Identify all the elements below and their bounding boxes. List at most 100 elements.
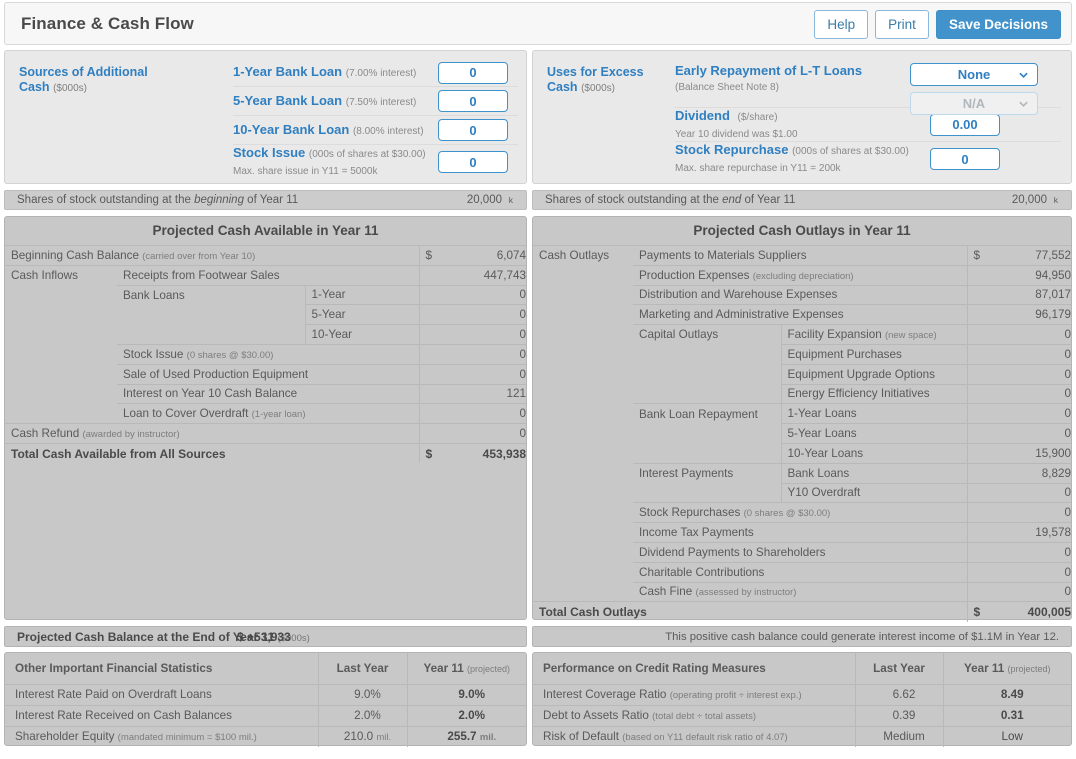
page-title: Finance & Cash Flow [21, 14, 194, 33]
table-row: Sale of Used Production Equipment 0 [5, 363, 527, 385]
page-header: Finance & Cash Flow Help Print Save Deci… [4, 2, 1072, 45]
table-row: Stock Repurchases (0 shares @ $30.00) 0 [533, 502, 1071, 523]
sources-of-additional-cash-panel: Sources of Additional Cash ($000s) 1-Yea… [4, 50, 527, 184]
cash-outlays-sublabel-7: Energy Efficiency Initiatives [780, 383, 967, 404]
cash-outlays-label-8: Bank Loan Repayment [633, 403, 781, 424]
other-stats-col-projected: Year 11 (projected) [406, 653, 526, 685]
uses-row-early-repayment: Early Repayment of L-T Loans (Balance Sh… [675, 57, 1061, 115]
cash-outlays-total-currency: $ [966, 601, 989, 622]
table-row: Cash Fine (assessed by instructor) 0 [533, 581, 1071, 602]
early-repayment-select-group: None N/A [910, 63, 1038, 115]
cash-outlays-value-11: 8,829 [989, 462, 1071, 484]
sources-label-10year: 10-Year Bank Loan [233, 121, 350, 137]
table-row: Distribution and Warehouse Expenses 87,0… [533, 284, 1071, 305]
cash-outlays-value-4: 0 [989, 324, 1071, 345]
ten-year-bank-loan-input[interactable] [438, 119, 508, 141]
cash-balance-note-bar: This positive cash balance could generat… [532, 626, 1072, 647]
cash-outlays-sublabel-6: Equipment Upgrade Options [780, 363, 967, 385]
cash-outlays-value-14: 19,578 [989, 522, 1071, 543]
cash-outlays-label-16: Charitable Contributions [633, 561, 967, 583]
uses-row-stock-repurchase: Stock Repurchase (000s of shares at $30.… [675, 142, 1061, 176]
shares-outstanding-beginning-bar: Shares of stock outstanding at the begin… [4, 190, 527, 210]
cash-outlays-label-13: Stock Repurchases (0 shares @ $30.00) [633, 502, 967, 523]
table-row: 5-Year Loans 0 [533, 423, 1071, 444]
cash-available-value-2: 0 [441, 284, 527, 305]
cash-available-total-row: Total Cash Available from All Sources $ … [5, 442, 527, 464]
sources-note-stock-issue: Max. share issue in Y11 = 5000k [233, 166, 378, 177]
cash-outlays-value-16: 0 [989, 561, 1071, 583]
table-row: Bank Loans 1-Year 0 [5, 284, 527, 305]
uses-category-line2: Cash [547, 80, 578, 94]
cash-outlays-value-12: 0 [989, 482, 1071, 503]
sources-rows: 1-Year Bank Loan (7.00% interest) 5-Year… [233, 59, 518, 179]
sources-category-label: Sources of Additional Cash ($000s) [19, 65, 149, 96]
cash-available-group-1: Cash Inflows [5, 264, 117, 286]
credit-stats-col-projected: Year 11 (projected) [942, 653, 1071, 685]
cash-outlays-label-11: Interest Payments [633, 462, 781, 484]
sources-row-5year: 5-Year Bank Loan (7.50% interest) [233, 87, 518, 116]
cash-available-table: Beginning Cash Balance (carried over fro… [5, 245, 527, 464]
cash-available-value-6: 0 [441, 363, 527, 385]
credit-stats-last-1: 0.39 [854, 704, 943, 726]
cash-available-value-8: 0 [441, 403, 527, 424]
credit-stats-col-last-year: Last Year [854, 653, 943, 685]
credit-rating-measures-panel: Performance on Credit Rating Measures La… [532, 652, 1072, 747]
table-row: Beginning Cash Balance (carried over fro… [5, 245, 527, 266]
uses-category-line1: Uses for Excess [547, 65, 644, 79]
other-stats-proj-2: 255.7 mil. [406, 725, 526, 747]
table-row: 10-Year 0 [5, 324, 527, 345]
cash-outlays-sublabel-12: Y10 Overdraft [780, 482, 967, 503]
table-row: Interest Rate Received on Cash Balances … [5, 704, 526, 726]
cash-outlays-value-1: 94,950 [989, 264, 1071, 286]
cash-outlays-total-value: 400,005 [989, 601, 1071, 622]
credit-stats-label-1: Debt to Assets Ratio (total debt ÷ total… [533, 704, 855, 726]
credit-stats-last-2: Medium [854, 725, 943, 747]
stock-issue-input[interactable] [438, 151, 508, 173]
cash-outlays-label-2: Distribution and Warehouse Expenses [633, 284, 967, 305]
sources-label-stock-issue: Stock Issue [233, 145, 306, 160]
table-row: Interest Coverage Ratio (operating profi… [533, 683, 1071, 705]
early-repayment-loan-select[interactable]: None [910, 63, 1038, 86]
sources-category-unit: ($000s) [53, 83, 87, 94]
cash-available-title: Projected Cash Available in Year 11 [152, 223, 379, 238]
print-button[interactable]: Print [875, 10, 929, 39]
sources-paren-5year: (7.50% interest) [345, 96, 417, 108]
other-stats-last-0: 9.0% [317, 683, 407, 705]
cash-outlays-total-label: Total Cash Outlays [533, 601, 967, 622]
table-row: Income Tax Payments 19,578 [533, 522, 1071, 543]
save-decisions-button[interactable]: Save Decisions [935, 10, 1061, 39]
uses-category-label: Uses for Excess Cash ($000s) [547, 65, 677, 96]
dividend-input[interactable] [930, 113, 1000, 136]
early-repayment-amount-select[interactable]: N/A [910, 92, 1038, 115]
stock-repurchase-note: Max. share repurchase in Y11 = 200k [675, 163, 841, 174]
sources-category-line1: Sources of Additional [19, 65, 148, 79]
cash-available-currency-1 [418, 264, 442, 286]
other-stats-label-0: Interest Rate Paid on Overdraft Loans [5, 683, 318, 705]
credit-stats-proj-2: Low [942, 725, 1071, 747]
sources-label-1year: 1-Year Bank Loan [233, 64, 343, 79]
dividend-paren: ($/share) [737, 111, 778, 123]
table-row: Bank Loan Repayment 1-Year Loans 0 [533, 403, 1071, 424]
cash-available-value-3: 0 [441, 304, 527, 325]
five-year-bank-loan-input[interactable] [438, 90, 508, 112]
cash-outlays-value-13: 0 [989, 502, 1071, 523]
table-header-row: Performance on Credit Rating Measures La… [533, 653, 1071, 685]
one-year-bank-loan-input[interactable] [438, 61, 508, 84]
table-row: Energy Efficiency Initiatives 0 [533, 383, 1071, 404]
cash-outlays-label-1: Production Expenses (excluding depreciat… [633, 264, 967, 286]
cash-outlays-value-10: 15,900 [989, 442, 1071, 464]
projected-cash-available-panel: Projected Cash Available in Year 11 Begi… [4, 216, 527, 620]
cash-outlays-value-9: 0 [989, 423, 1071, 444]
cash-outlays-label-4: Capital Outlays [633, 324, 781, 345]
early-repayment-amount-select-value: N/A [962, 96, 986, 111]
uses-category-unit: ($000s) [581, 83, 615, 94]
chevron-down-icon [1019, 101, 1028, 107]
stock-repurchase-label: Stock Repurchase [675, 142, 789, 157]
projected-cash-balance-amount: $ +53,933 [237, 630, 291, 644]
table-row: Cash Outlays Payments to Materials Suppl… [533, 245, 1071, 266]
help-button[interactable]: Help [814, 10, 869, 39]
cash-balance-note: This positive cash balance could generat… [665, 631, 1059, 643]
stock-repurchase-input[interactable] [930, 148, 1000, 170]
cash-available-label-1: Receipts from Footwear Sales [117, 264, 420, 286]
cash-outlays-value-3: 96,179 [989, 304, 1071, 325]
